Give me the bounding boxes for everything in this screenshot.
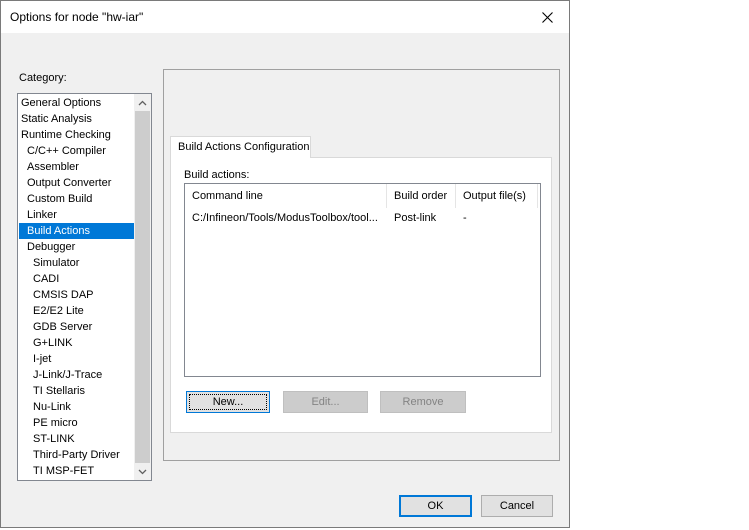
category-item[interactable]: Debugger xyxy=(19,239,142,255)
category-item[interactable]: Simulator xyxy=(19,255,148,271)
category-item[interactable]: CMSIS DAP xyxy=(19,287,148,303)
new-button[interactable]: New... xyxy=(186,391,270,413)
category-item[interactable]: Nu-Link xyxy=(19,399,148,415)
column-header-command-line[interactable]: Command line xyxy=(185,184,387,208)
category-item-selected[interactable]: Build Actions xyxy=(19,223,134,239)
close-icon xyxy=(541,11,553,23)
category-item[interactable]: G+LINK xyxy=(19,335,148,351)
table-cell-output[interactable]: - xyxy=(456,210,538,226)
category-item[interactable]: C/C++ Compiler xyxy=(19,143,142,159)
table-cell-command[interactable]: C:/Infineon/Tools/ModusToolbox/tool... xyxy=(185,210,387,226)
cancel-button[interactable]: Cancel xyxy=(481,495,553,517)
category-item[interactable]: General Options xyxy=(19,95,136,111)
category-item[interactable]: E2/E2 Lite xyxy=(19,303,148,319)
column-header-build-order[interactable]: Build order xyxy=(387,184,456,208)
scroll-up-button[interactable] xyxy=(134,94,151,111)
category-item[interactable]: I-jet xyxy=(19,351,148,367)
remove-button[interactable]: Remove xyxy=(380,391,466,413)
category-item[interactable]: TI MSP-FET xyxy=(19,463,148,479)
category-scrollbar[interactable] xyxy=(134,94,151,480)
build-actions-label: Build actions: xyxy=(184,169,250,181)
window-title: Options for node "hw-iar" xyxy=(10,10,144,24)
options-dialog: Options for node "hw-iar" Category: Gene… xyxy=(0,0,570,528)
category-item[interactable]: Third-Party Driver xyxy=(19,447,148,463)
column-header-output-files[interactable]: Output file(s) xyxy=(456,184,538,208)
category-item[interactable]: ST-LINK xyxy=(19,431,148,447)
category-item[interactable]: PE micro xyxy=(19,415,148,431)
category-item[interactable]: Linker xyxy=(19,207,142,223)
title-bar: Options for node "hw-iar" xyxy=(1,1,569,33)
new-button-label: New... xyxy=(212,396,244,408)
category-item[interactable]: Output Converter xyxy=(19,175,142,191)
category-item[interactable]: GDB Server xyxy=(19,319,148,335)
category-label: Category: xyxy=(19,72,67,84)
ok-button[interactable]: OK xyxy=(399,495,472,517)
scroll-thumb[interactable] xyxy=(135,111,150,463)
category-list[interactable]: General Options Static Analysis Runtime … xyxy=(17,93,152,481)
chevron-down-icon xyxy=(138,469,147,474)
tab-build-actions-configuration[interactable]: Build Actions Configuration xyxy=(170,136,311,158)
table-cell-order[interactable]: Post-link xyxy=(387,210,456,226)
chevron-up-icon xyxy=(138,100,147,105)
scroll-down-button[interactable] xyxy=(134,463,151,480)
category-item[interactable]: Static Analysis xyxy=(19,111,136,127)
category-item[interactable]: J-Link/J-Trace xyxy=(19,367,148,383)
build-actions-list[interactable]: Command line Build order Output file(s) … xyxy=(184,183,541,377)
category-item[interactable]: CADI xyxy=(19,271,148,287)
edit-button[interactable]: Edit... xyxy=(283,391,368,413)
category-item[interactable]: Runtime Checking xyxy=(19,127,136,143)
category-item[interactable]: Custom Build xyxy=(19,191,142,207)
close-button[interactable] xyxy=(525,1,569,33)
category-item[interactable]: TI Stellaris xyxy=(19,383,148,399)
category-item[interactable]: Assembler xyxy=(19,159,142,175)
